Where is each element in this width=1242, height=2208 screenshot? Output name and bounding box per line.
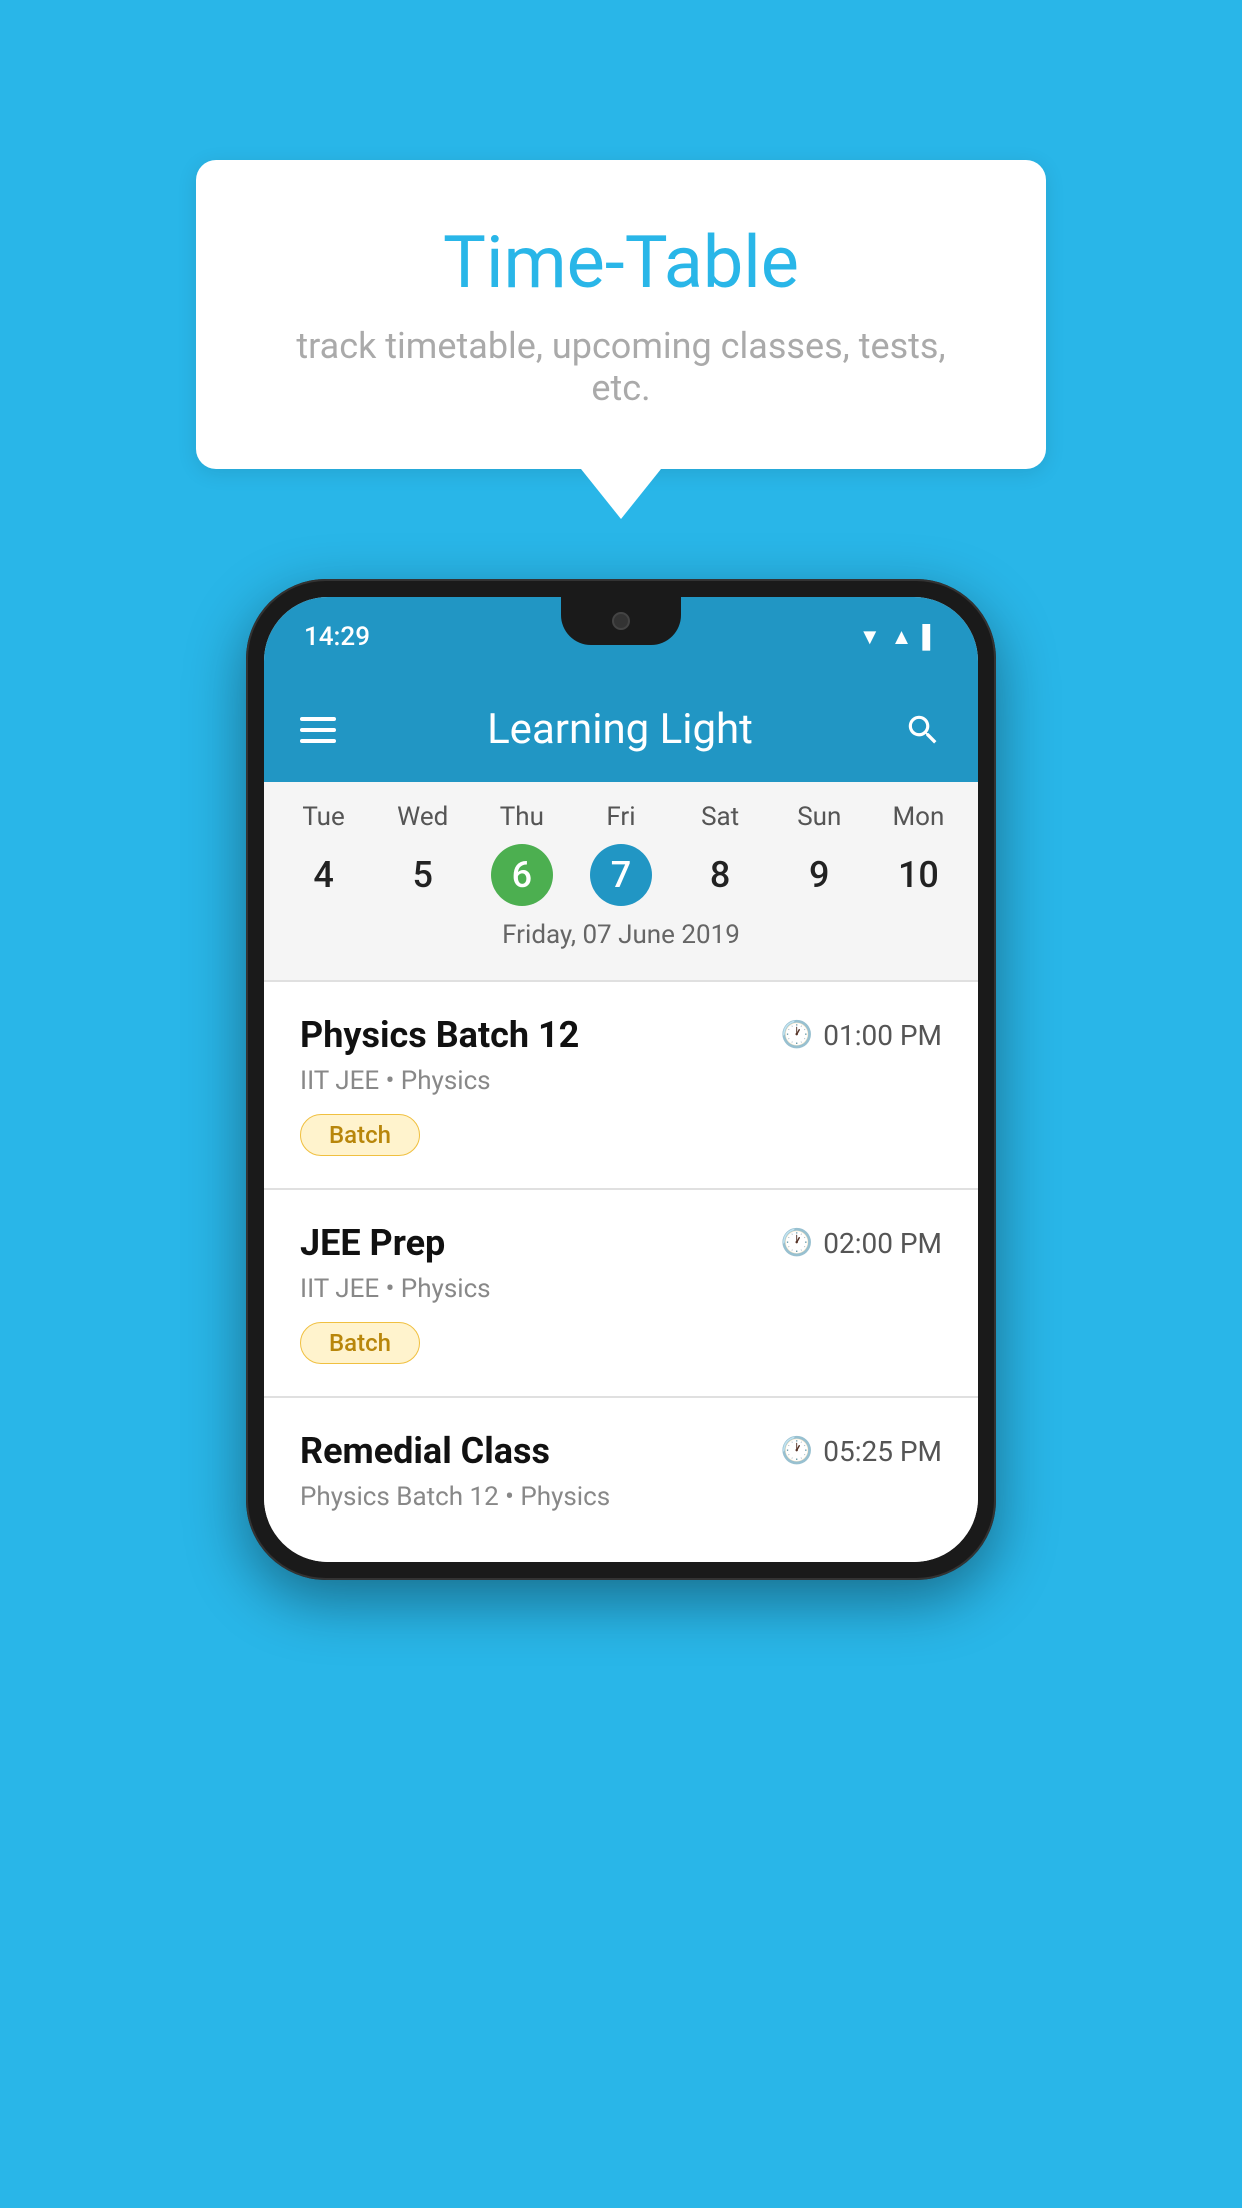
class-card-2[interactable]: Remedial Class 🕐 05:25 PM Physics Batch 12… [264, 1398, 978, 1562]
hamburger-line-1 [300, 717, 336, 721]
days-row: Tue 4 Wed 5 Thu 6 Fri 7 Sat 8 Sun 9 Mon 10 [264, 802, 978, 906]
hamburger-line-3 [300, 739, 336, 743]
hamburger-line-2 [300, 728, 336, 732]
phone-inner: 14:29 ▼ ▲ ▌ Learning Light [264, 597, 978, 1562]
hamburger-menu-button[interactable] [300, 717, 336, 743]
day-col-6[interactable]: Thu 6 [474, 802, 569, 906]
class-name-1: JEE Prep [300, 1222, 445, 1264]
day-col-4[interactable]: Tue 4 [276, 802, 371, 906]
day-col-9[interactable]: Sun 9 [772, 802, 867, 906]
tooltip-title: Time-Table [276, 220, 966, 305]
status-icons: ▼ ▲ ▌ [859, 624, 938, 650]
day-num-9[interactable]: 9 [788, 844, 850, 906]
day-num-7[interactable]: 7 [590, 844, 652, 906]
day-num-6[interactable]: 6 [491, 844, 553, 906]
class-card-1[interactable]: JEE Prep 🕐 02:00 PM IIT JEE • Physics Batch [264, 1190, 978, 1396]
status-time: 14:29 [304, 622, 370, 652]
class-name-0: Physics Batch 12 [300, 1014, 579, 1056]
day-name-Thu: Thu [500, 802, 544, 832]
day-num-5[interactable]: 5 [392, 844, 454, 906]
tooltip-container: Time-Table track timetable, upcoming cla… [196, 160, 1046, 519]
wifi-icon: ▼ [859, 624, 881, 650]
clock-icon-1: 🕐 [781, 1228, 813, 1258]
tooltip-arrow [581, 469, 661, 519]
camera [612, 612, 630, 630]
class-card-0[interactable]: Physics Batch 12 🕐 01:00 PM IIT JEE • Phys… [264, 982, 978, 1188]
app-bar: Learning Light [264, 677, 978, 782]
day-num-10[interactable]: 10 [887, 844, 949, 906]
day-num-8[interactable]: 8 [689, 844, 751, 906]
class-time-2: 🕐 05:25 PM [781, 1435, 942, 1468]
signal-icon: ▲ [891, 624, 913, 650]
day-num-4[interactable]: 4 [293, 844, 355, 906]
class-time-1: 🕐 02:00 PM [781, 1227, 942, 1260]
notch [561, 597, 681, 645]
calendar-strip: Tue 4 Wed 5 Thu 6 Fri 7 Sat 8 Sun 9 Mon 10 Friday, 07… [264, 782, 978, 980]
class-cards-container: Physics Batch 12 🕐 01:00 PM IIT JEE • Phys… [264, 982, 978, 1562]
tooltip-subtitle: track timetable, upcoming classes, tests… [276, 325, 966, 409]
day-col-10[interactable]: Mon 10 [871, 802, 966, 906]
class-meta-1: IIT JEE • Physics [300, 1274, 942, 1304]
day-col-7[interactable]: Fri 7 [573, 802, 668, 906]
batch-tag-0: Batch [300, 1114, 420, 1156]
selected-date-label: Friday, 07 June 2019 [264, 906, 978, 970]
clock-icon-0: 🕐 [781, 1020, 813, 1050]
status-bar: 14:29 ▼ ▲ ▌ [264, 597, 978, 677]
class-meta-2: Physics Batch 12 • Physics [300, 1482, 942, 1512]
search-icon[interactable] [904, 711, 942, 749]
class-card-header-1: JEE Prep 🕐 02:00 PM [300, 1222, 942, 1264]
class-meta-0: IIT JEE • Physics [300, 1066, 942, 1096]
batch-tag-1: Batch [300, 1322, 420, 1364]
day-name-Sat: Sat [701, 802, 739, 832]
class-time-0: 🕐 01:00 PM [781, 1019, 942, 1052]
class-card-header-2: Remedial Class 🕐 05:25 PM [300, 1430, 942, 1472]
day-name-Wed: Wed [397, 802, 448, 832]
day-name-Tue: Tue [302, 802, 344, 832]
day-col-8[interactable]: Sat 8 [673, 802, 768, 906]
phone-outer: 14:29 ▼ ▲ ▌ Learning Light [246, 579, 996, 1580]
day-name-Fri: Fri [606, 802, 635, 832]
class-name-2: Remedial Class [300, 1430, 550, 1472]
day-name-Mon: Mon [892, 802, 944, 832]
phone-mockup: 14:29 ▼ ▲ ▌ Learning Light [246, 579, 996, 1580]
clock-icon-2: 🕐 [781, 1436, 813, 1466]
app-bar-title: Learning Light [487, 705, 753, 754]
battery-icon: ▌ [922, 624, 938, 650]
tooltip-bubble: Time-Table track timetable, upcoming cla… [196, 160, 1046, 469]
day-col-5[interactable]: Wed 5 [375, 802, 470, 906]
class-card-header-0: Physics Batch 12 🕐 01:00 PM [300, 1014, 942, 1056]
day-name-Sun: Sun [797, 802, 841, 832]
